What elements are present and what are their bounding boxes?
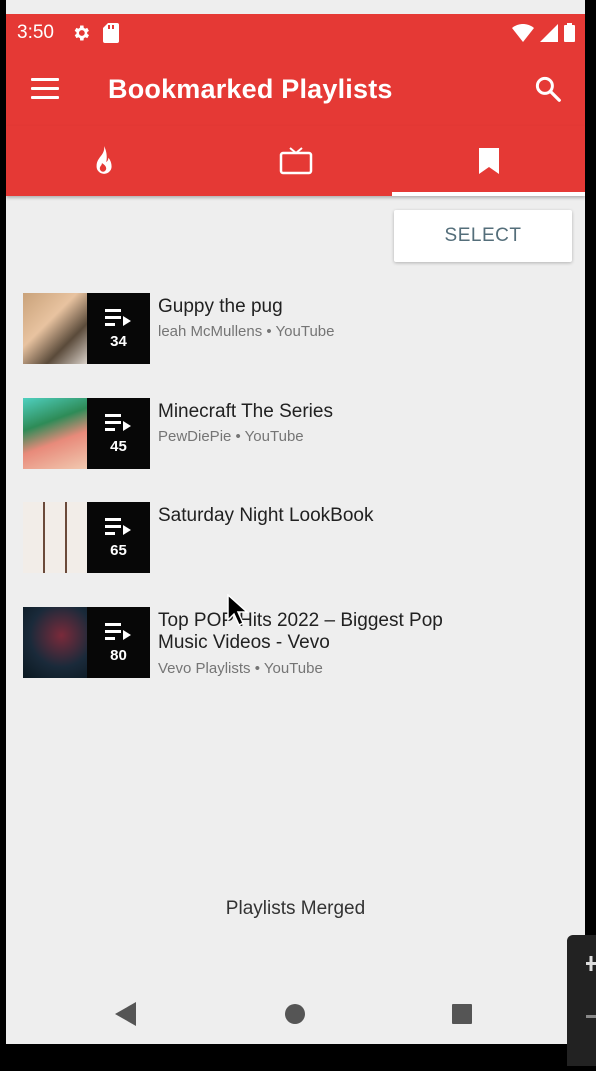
nav-recents-button[interactable] xyxy=(442,994,482,1034)
list-item[interactable]: 34 Guppy the pug leah McMullens • YouTub… xyxy=(23,293,563,398)
settings-gear-icon xyxy=(74,25,89,41)
playlist-play-icon xyxy=(104,413,131,431)
playlist-title: Minecraft The Series xyxy=(158,400,333,422)
playlist-thumbnail: 80 xyxy=(23,606,150,678)
list-item[interactable]: 80 Top POP Hits 2022 – Biggest Pop Music… xyxy=(23,606,563,712)
bookmark-icon xyxy=(478,148,499,174)
playlist-subtitle: PewDiePie • YouTube xyxy=(158,427,304,445)
video-count: 34 xyxy=(110,333,127,350)
playlist-thumbnail: 34 xyxy=(23,293,150,364)
status-bar: 3:50 xyxy=(6,14,585,52)
sd-card-icon xyxy=(103,23,119,43)
playlist-play-icon xyxy=(104,622,131,640)
select-button[interactable]: SELECT xyxy=(394,210,572,262)
video-count: 45 xyxy=(110,437,127,455)
battery-icon xyxy=(564,23,575,42)
video-count: 65 xyxy=(110,542,127,559)
nav-back-button[interactable] xyxy=(106,994,146,1034)
nav-home-button[interactable] xyxy=(275,994,315,1034)
phone-screen: 3:50 Bookmarked Playlists SELECT 34 Gupp… xyxy=(6,0,585,1044)
tab-bar xyxy=(6,126,585,196)
playlist-subtitle: Vevo Playlists • YouTube xyxy=(158,659,323,677)
emulator-side-panel[interactable] xyxy=(567,935,596,1066)
tab-subscriptions[interactable] xyxy=(199,126,392,196)
playlist-thumbnail: 45 xyxy=(23,397,150,469)
tab-indicator xyxy=(392,192,585,196)
playlist-title: Top POP Hits 2022 – Biggest Pop Music Vi… xyxy=(158,609,443,653)
mouse-pointer-icon xyxy=(227,594,249,626)
playlist-title: Saturday Night LookBook xyxy=(158,505,374,526)
playlist-play-icon xyxy=(104,309,131,326)
playlist-title: Guppy the pug xyxy=(158,296,283,317)
list-item[interactable]: 65 Saturday Night LookBook xyxy=(23,502,563,607)
snackbar-message: Playlists Merged xyxy=(225,898,366,919)
tv-icon xyxy=(279,147,312,175)
playlist-subtitle: leah McMullens • YouTube xyxy=(158,323,335,340)
cell-signal-icon xyxy=(540,23,558,42)
wifi-icon xyxy=(512,23,534,42)
flame-icon xyxy=(96,146,112,174)
tab-trending[interactable] xyxy=(6,126,199,196)
recents-square-icon xyxy=(452,1004,472,1024)
system-nav-bar xyxy=(6,980,585,1044)
status-time: 3:50 xyxy=(17,22,54,43)
page-title: Bookmarked Playlists xyxy=(108,74,393,104)
playlist-play-icon xyxy=(104,518,131,535)
list-item[interactable]: 45 Minecraft The Series PewDiePie • YouT… xyxy=(23,397,563,503)
tab-bookmarks[interactable] xyxy=(392,126,585,196)
home-circle-icon xyxy=(285,1004,305,1024)
back-triangle-icon xyxy=(115,1002,136,1026)
hamburger-menu-icon[interactable] xyxy=(31,78,59,100)
playlist-list: 34 Guppy the pug leah McMullens • YouTub… xyxy=(23,293,563,711)
playlist-thumbnail: 65 xyxy=(23,502,150,573)
plus-icon xyxy=(586,956,596,1018)
app-bar: Bookmarked Playlists xyxy=(6,52,585,126)
video-count: 80 xyxy=(110,646,127,664)
search-icon[interactable] xyxy=(533,74,563,104)
